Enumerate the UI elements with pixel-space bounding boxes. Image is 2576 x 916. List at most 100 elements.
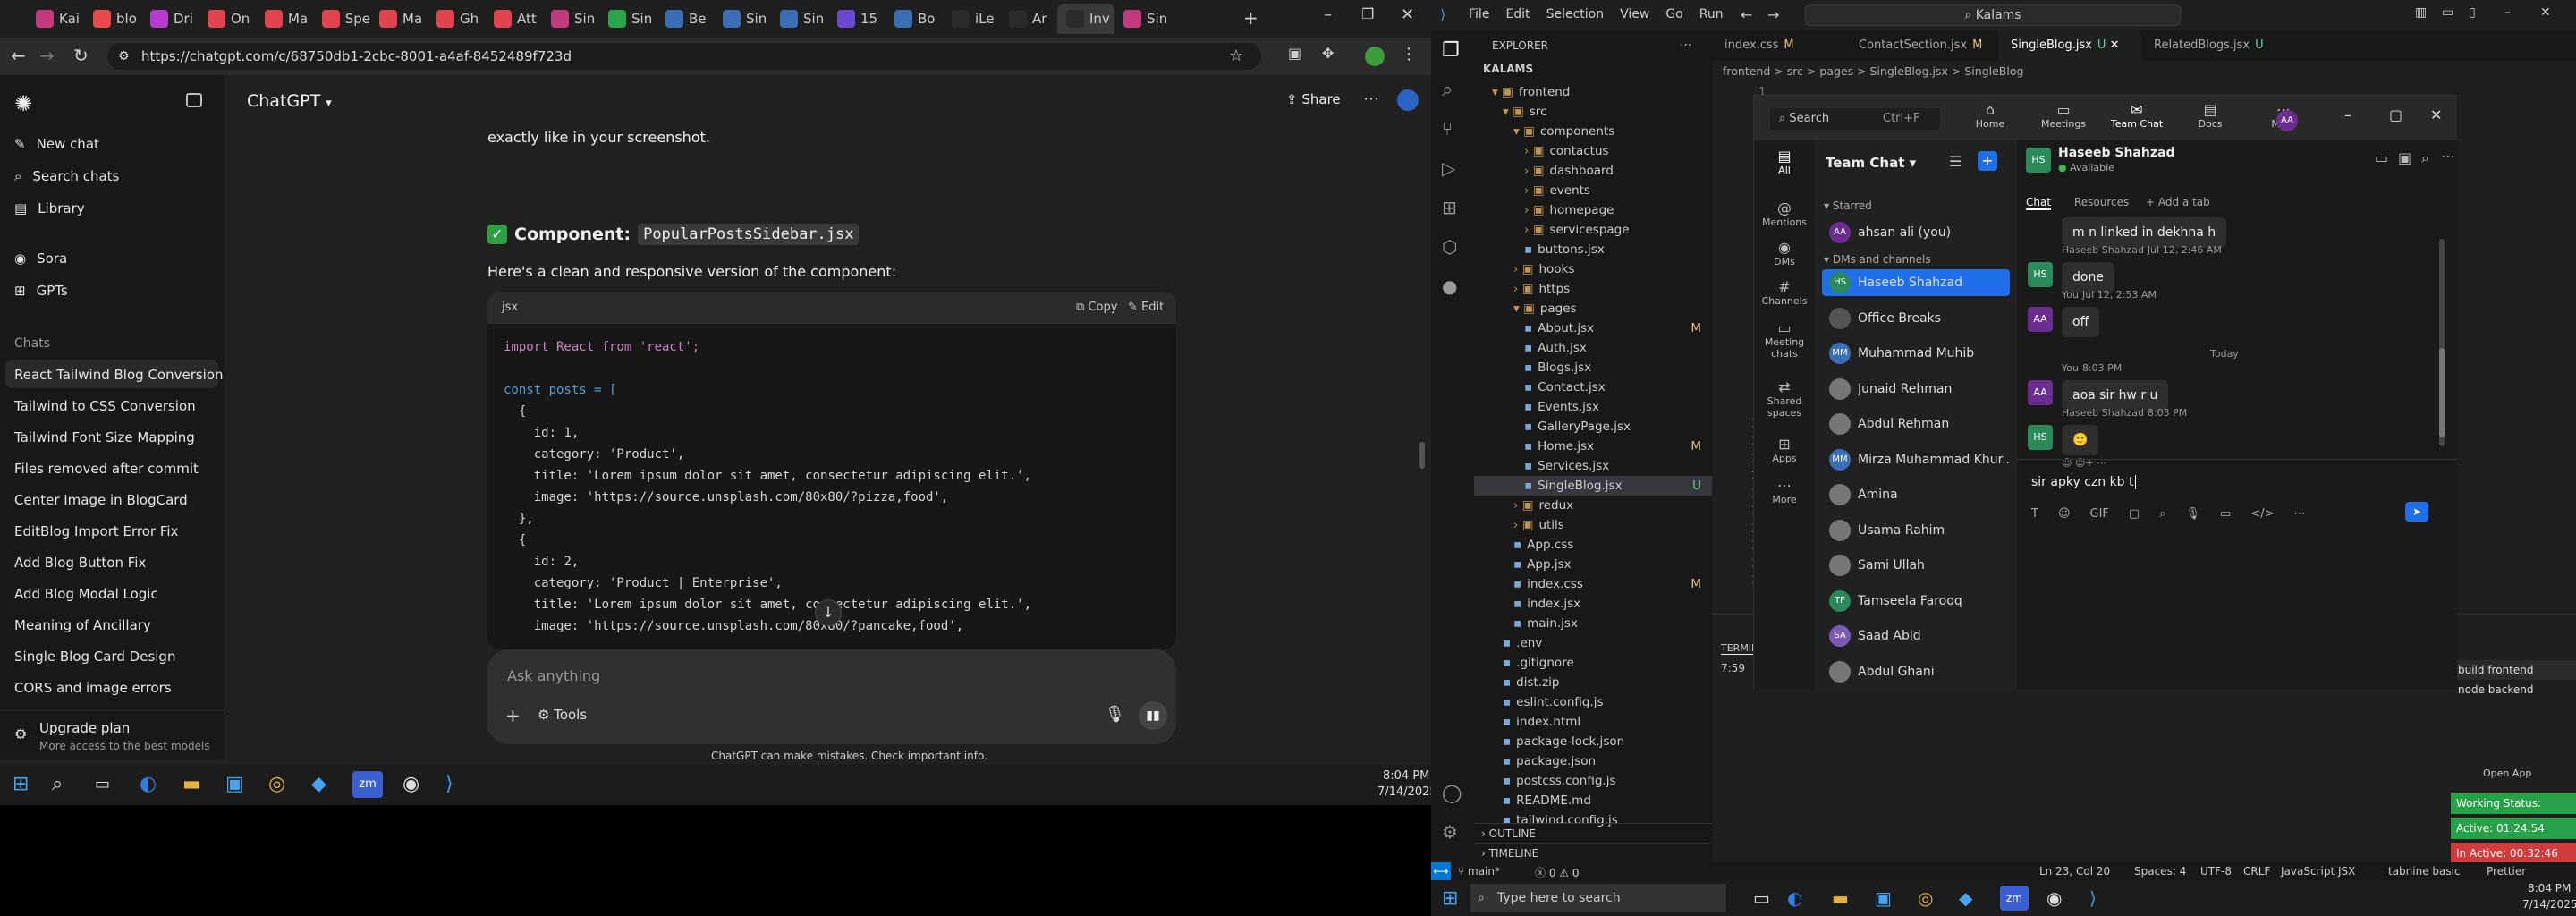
menu-item[interactable]: Edit [1505, 7, 1530, 21]
menu-item[interactable]: View [1620, 7, 1649, 21]
open-app-link[interactable]: Open App [2483, 768, 2531, 779]
task-view-icon[interactable]: ▭ [1753, 887, 1770, 909]
sidebar-toggle-icon[interactable] [186, 93, 202, 107]
browser-tab[interactable]: Ma [256, 4, 313, 34]
minimize-icon[interactable]: – [1324, 5, 1332, 24]
chat-history-item[interactable]: Add Blog Modal Logic [14, 586, 158, 602]
explorer-icon[interactable]: ❐ [1442, 39, 1460, 62]
dms-section[interactable]: ▾ DMs and channels [1824, 253, 1931, 266]
sticker-icon[interactable]: ▢ [2129, 507, 2140, 521]
rail-item[interactable]: ▭ Meeting chats [1754, 319, 1815, 360]
browser-tab[interactable]: On [199, 4, 256, 34]
screen-share-icon[interactable]: ▣ [2398, 149, 2411, 166]
contact-item[interactable]: Abdul Rehman [1822, 411, 2010, 437]
task-build-frontend[interactable]: build frontend [2451, 660, 2576, 680]
tree-item[interactable]: ▪ package-lock.json [1474, 732, 1712, 751]
tree-item[interactable]: ▪ postcss.config.js [1474, 771, 1712, 791]
menu-item[interactable]: File [1469, 7, 1489, 21]
store-icon[interactable]: ▣ [1875, 887, 1892, 909]
close-icon[interactable]: ✕ [1401, 5, 1414, 24]
emoji-icon[interactable]: ☺ [2058, 507, 2071, 521]
git-branch[interactable]: ⑂ main* [1458, 865, 1500, 878]
zoom-icon[interactable]: zm [2000, 886, 2029, 911]
sora-button[interactable]: ◉ Sora [14, 250, 67, 267]
new-chat-button[interactable]: ✎ New chat [14, 136, 99, 152]
contact-item[interactable]: Office Breaks [1822, 305, 2010, 332]
chat-history-item[interactable]: Tailwind to CSS Conversion [14, 398, 196, 414]
task-node-backend[interactable]: node backend [2451, 680, 2576, 700]
chrome-icon[interactable]: ◎ [268, 773, 285, 795]
outline-section[interactable]: › OUTLINE [1474, 823, 1712, 843]
problems-status[interactable]: ⓧ 0 ⚠ 0 [1535, 865, 1579, 880]
audio-icon[interactable]: 🎙 [2185, 507, 2200, 521]
windows-start-icon[interactable]: ⊞ [1442, 887, 1458, 910]
prettier-status[interactable]: Prettier [2487, 865, 2526, 878]
browser-tab[interactable]: Dri [141, 4, 199, 34]
minimize-icon[interactable]: – [2504, 5, 2511, 20]
profile-avatar[interactable] [1365, 47, 1385, 66]
menu-item[interactable]: Run [1699, 7, 1724, 21]
tree-item[interactable]: ▾ ▣ components [1474, 122, 1712, 141]
taskbar-search-icon[interactable]: ⌕ [52, 773, 63, 795]
code-snippet-icon[interactable]: </> [2250, 507, 2274, 521]
editor-tab[interactable]: ContactSection.jsx M [1846, 30, 1998, 61]
remote-icon[interactable]: ⬡ [1442, 236, 1457, 258]
contact-item[interactable]: HS Haseeb Shahzad [1822, 269, 2010, 296]
maximize-icon[interactable]: ❐ [1361, 5, 1374, 22]
compose-input[interactable]: sir apky czn kb t [2031, 475, 2136, 489]
forward-icon[interactable]: → [39, 45, 55, 66]
menu-item[interactable]: Go [1665, 7, 1682, 21]
send-icon[interactable]: ➤ [2405, 502, 2428, 522]
language-mode[interactable]: JavaScript JSX [2281, 865, 2355, 878]
extensions-icon[interactable]: ⊞ [1442, 197, 1457, 218]
chat-history-item[interactable]: React Tailwind Blog Conversion [14, 367, 224, 383]
browser-tab[interactable]: Gh [428, 4, 485, 34]
tree-item[interactable]: ▪ App.css [1474, 535, 1712, 555]
tree-item[interactable]: ▪ index.html [1474, 712, 1712, 732]
message-bubble[interactable]: aoa sir hw r u [2062, 380, 2169, 411]
browser-tab[interactable]: Be [657, 4, 714, 34]
browser-tab[interactable]: Att [485, 4, 542, 34]
sidebar-toggle-icon[interactable]: ▯ [2469, 5, 2476, 20]
video-clip-icon[interactable]: ▭ [2220, 507, 2231, 521]
top-nav-item[interactable]: ▤ Docs [2176, 101, 2244, 130]
tree-item[interactable]: ▪ package.json [1474, 751, 1712, 771]
message-bubble[interactable]: done [2062, 262, 2114, 293]
upgrade-plan-button[interactable]: ⚙ Upgrade plan More access to the best m… [0, 710, 224, 760]
timeline-section[interactable]: › TIMELINE [1474, 843, 1712, 862]
tree-item[interactable]: › ▣ events [1474, 181, 1712, 200]
contact-item[interactable]: Abdul Ghani [1822, 658, 2010, 685]
tree-item[interactable]: › ▣ hooks [1474, 259, 1712, 279]
new-chat-icon[interactable]: + [1978, 151, 1997, 171]
task-view-icon[interactable]: ▭ [95, 775, 110, 793]
voice-mode-icon[interactable]: ▮▮ [1139, 701, 1167, 730]
add-attachment-icon[interactable]: + [505, 705, 521, 726]
chat-history-item[interactable]: EditBlog Import Error Fix [14, 523, 178, 539]
scroll-down-icon[interactable]: ↓ [815, 599, 842, 626]
conversation-tab[interactable]: + Add a tab [2146, 196, 2210, 208]
browser-tab[interactable]: iLe [943, 4, 1000, 34]
rail-item[interactable]: ▤ All [1754, 148, 1815, 176]
contact-item[interactable]: Usama Rahim [1822, 517, 2010, 544]
workspace-root[interactable]: KALAMS [1483, 63, 1533, 75]
command-center[interactable]: ⌕ Kalams [1805, 4, 2181, 26]
chat-scrollbar-thumb[interactable] [2439, 348, 2445, 437]
copy-button[interactable]: ⧉ Copy [1076, 292, 1117, 324]
browser-tab[interactable]: Sin [542, 4, 599, 34]
layout-icon[interactable]: ▥ [2415, 5, 2427, 20]
browser-tab[interactable]: Ar [1000, 4, 1057, 34]
tree-item[interactable]: › ▣ contactus [1474, 141, 1712, 161]
back-icon[interactable]: ← [11, 45, 26, 66]
store-icon[interactable]: ▣ [225, 773, 244, 795]
github-icon[interactable]: ◉ [2046, 887, 2062, 909]
remote-status-icon[interactable]: ⟷ [1431, 862, 1451, 880]
tree-item[interactable]: › ▣ servicespage [1474, 220, 1712, 240]
source-control-icon[interactable]: ⑂ [1442, 118, 1453, 140]
chat-history-item[interactable]: Center Image in BlogCard [14, 492, 188, 508]
browser-tab[interactable]: blo [84, 4, 141, 34]
openai-logo-icon[interactable]: ✺ [14, 91, 32, 116]
tree-item[interactable]: ▪ App.jsx [1474, 555, 1712, 574]
conversation-tab[interactable]: Chat [2026, 196, 2052, 210]
tree-item[interactable]: › ▣ dashboard [1474, 161, 1712, 181]
tree-item[interactable]: ▪ index.jsx [1474, 594, 1712, 614]
